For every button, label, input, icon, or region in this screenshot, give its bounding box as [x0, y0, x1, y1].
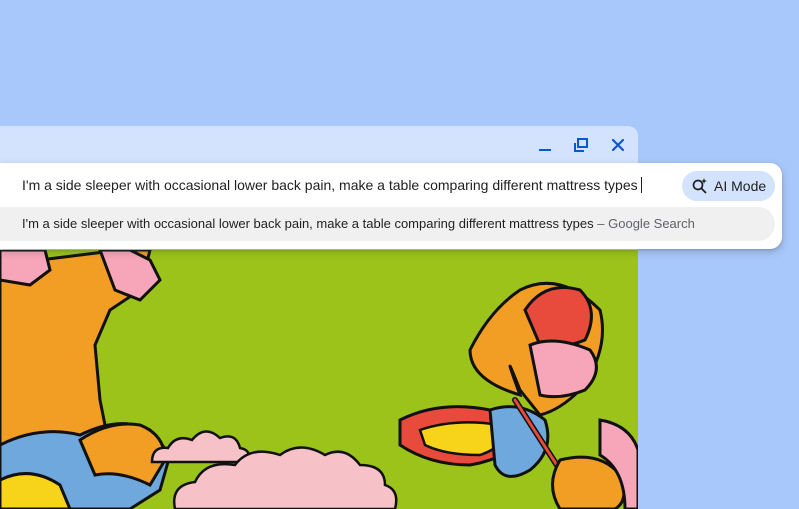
- restore-button[interactable]: [569, 134, 593, 156]
- close-icon: [611, 138, 625, 152]
- suggestion-text-wrapper: I'm a side sleeper with occasional lower…: [22, 216, 695, 232]
- search-suggestion[interactable]: I'm a side sleeper with occasional lower…: [0, 207, 775, 241]
- minimize-button[interactable]: [533, 134, 557, 156]
- suggestion-separator: –: [597, 216, 605, 231]
- minimize-icon: [539, 149, 551, 151]
- query-text: I'm a side sleeper with occasional lower…: [22, 177, 638, 193]
- suggestion-query: I'm a side sleeper with occasional lower…: [22, 216, 594, 231]
- title-bar: [0, 126, 638, 162]
- text-caret: [640, 177, 642, 193]
- butterfly-illustration: [0, 250, 638, 509]
- omnibox-dropdown: I'm a side sleeper with occasional lower…: [0, 163, 782, 249]
- close-button[interactable]: [606, 134, 630, 156]
- ai-mode-label: AI Mode: [714, 178, 767, 194]
- omnibox-input[interactable]: I'm a side sleeper with occasional lower…: [22, 176, 642, 194]
- suggestion-source: Google Search: [608, 216, 695, 231]
- ai-mode-button[interactable]: AI Mode: [682, 171, 775, 201]
- restore-icon: [574, 138, 588, 152]
- sparkle-search-icon: [692, 178, 707, 194]
